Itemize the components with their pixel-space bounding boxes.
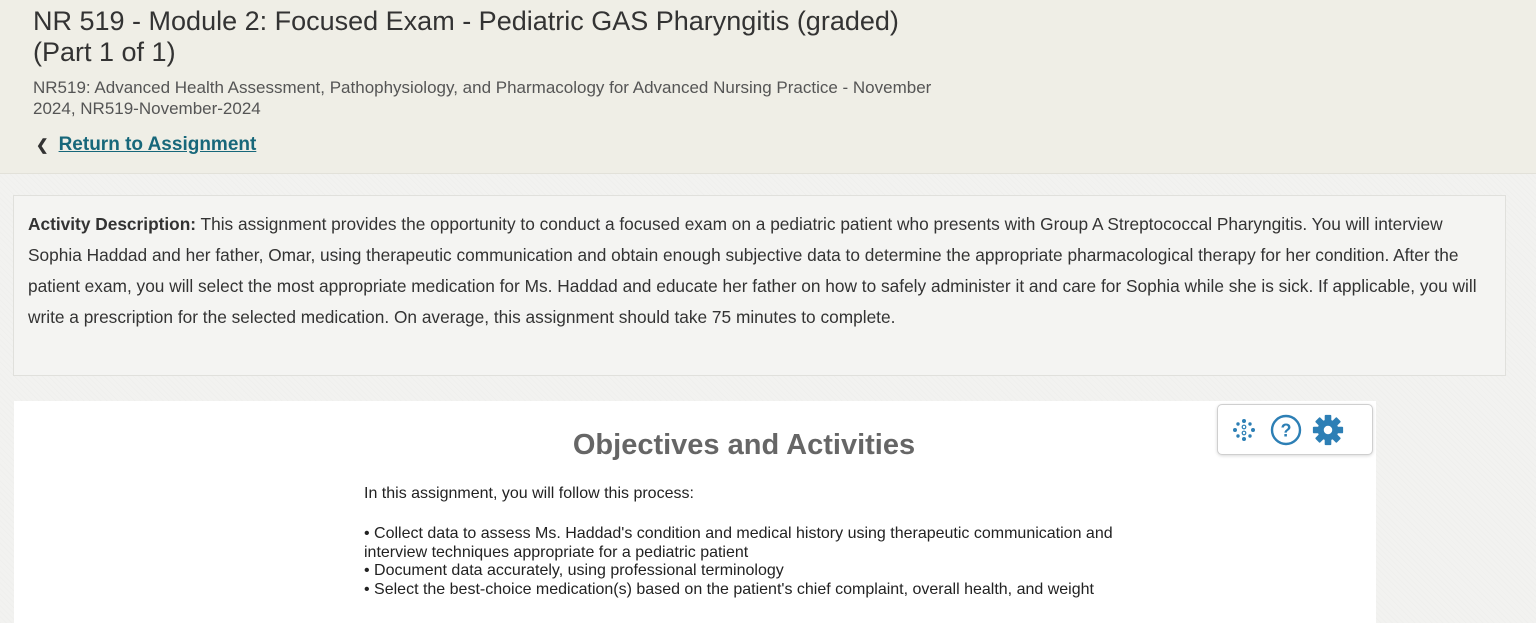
tool-bar: ? — [1217, 404, 1373, 455]
chevron-left-icon: ❮ — [36, 137, 49, 154]
objectives-intro: In this assignment, you will follow this… — [364, 485, 694, 502]
objectives-list: • Collect data to assess Ms. Haddad's co… — [364, 525, 1164, 599]
list-item: • Select the best-choice medication(s) b… — [364, 580, 1094, 598]
list-item: • Collect data to assess Ms. Haddad's co… — [364, 525, 1113, 561]
return-link-label[interactable]: Return to Assignment — [59, 134, 257, 156]
activity-description-text: This assignment provides the opportunity… — [28, 214, 1477, 327]
page-header: NR 519 - Module 2: Focused Exam - Pediat… — [0, 0, 1536, 174]
activity-description-label: Activity Description: — [28, 214, 197, 234]
activity-description: Activity Description: This assignment pr… — [13, 195, 1506, 376]
accessibility-icon[interactable] — [1227, 413, 1261, 447]
settings-gear-icon[interactable] — [1311, 413, 1345, 447]
course-name: NR519: Advanced Health Assessment, Patho… — [33, 78, 932, 118]
svg-text:?: ? — [1281, 420, 1292, 440]
list-item: • Document data accurately, using profes… — [364, 562, 784, 579]
page-title: NR 519 - Module 2: Focused Exam - Pediat… — [33, 6, 899, 67]
objectives-panel: Objectives and Activities ? In this assi… — [14, 401, 1376, 623]
help-icon[interactable]: ? — [1269, 413, 1303, 447]
return-to-assignment-link[interactable]: ❮ Return to Assignment — [36, 134, 256, 156]
